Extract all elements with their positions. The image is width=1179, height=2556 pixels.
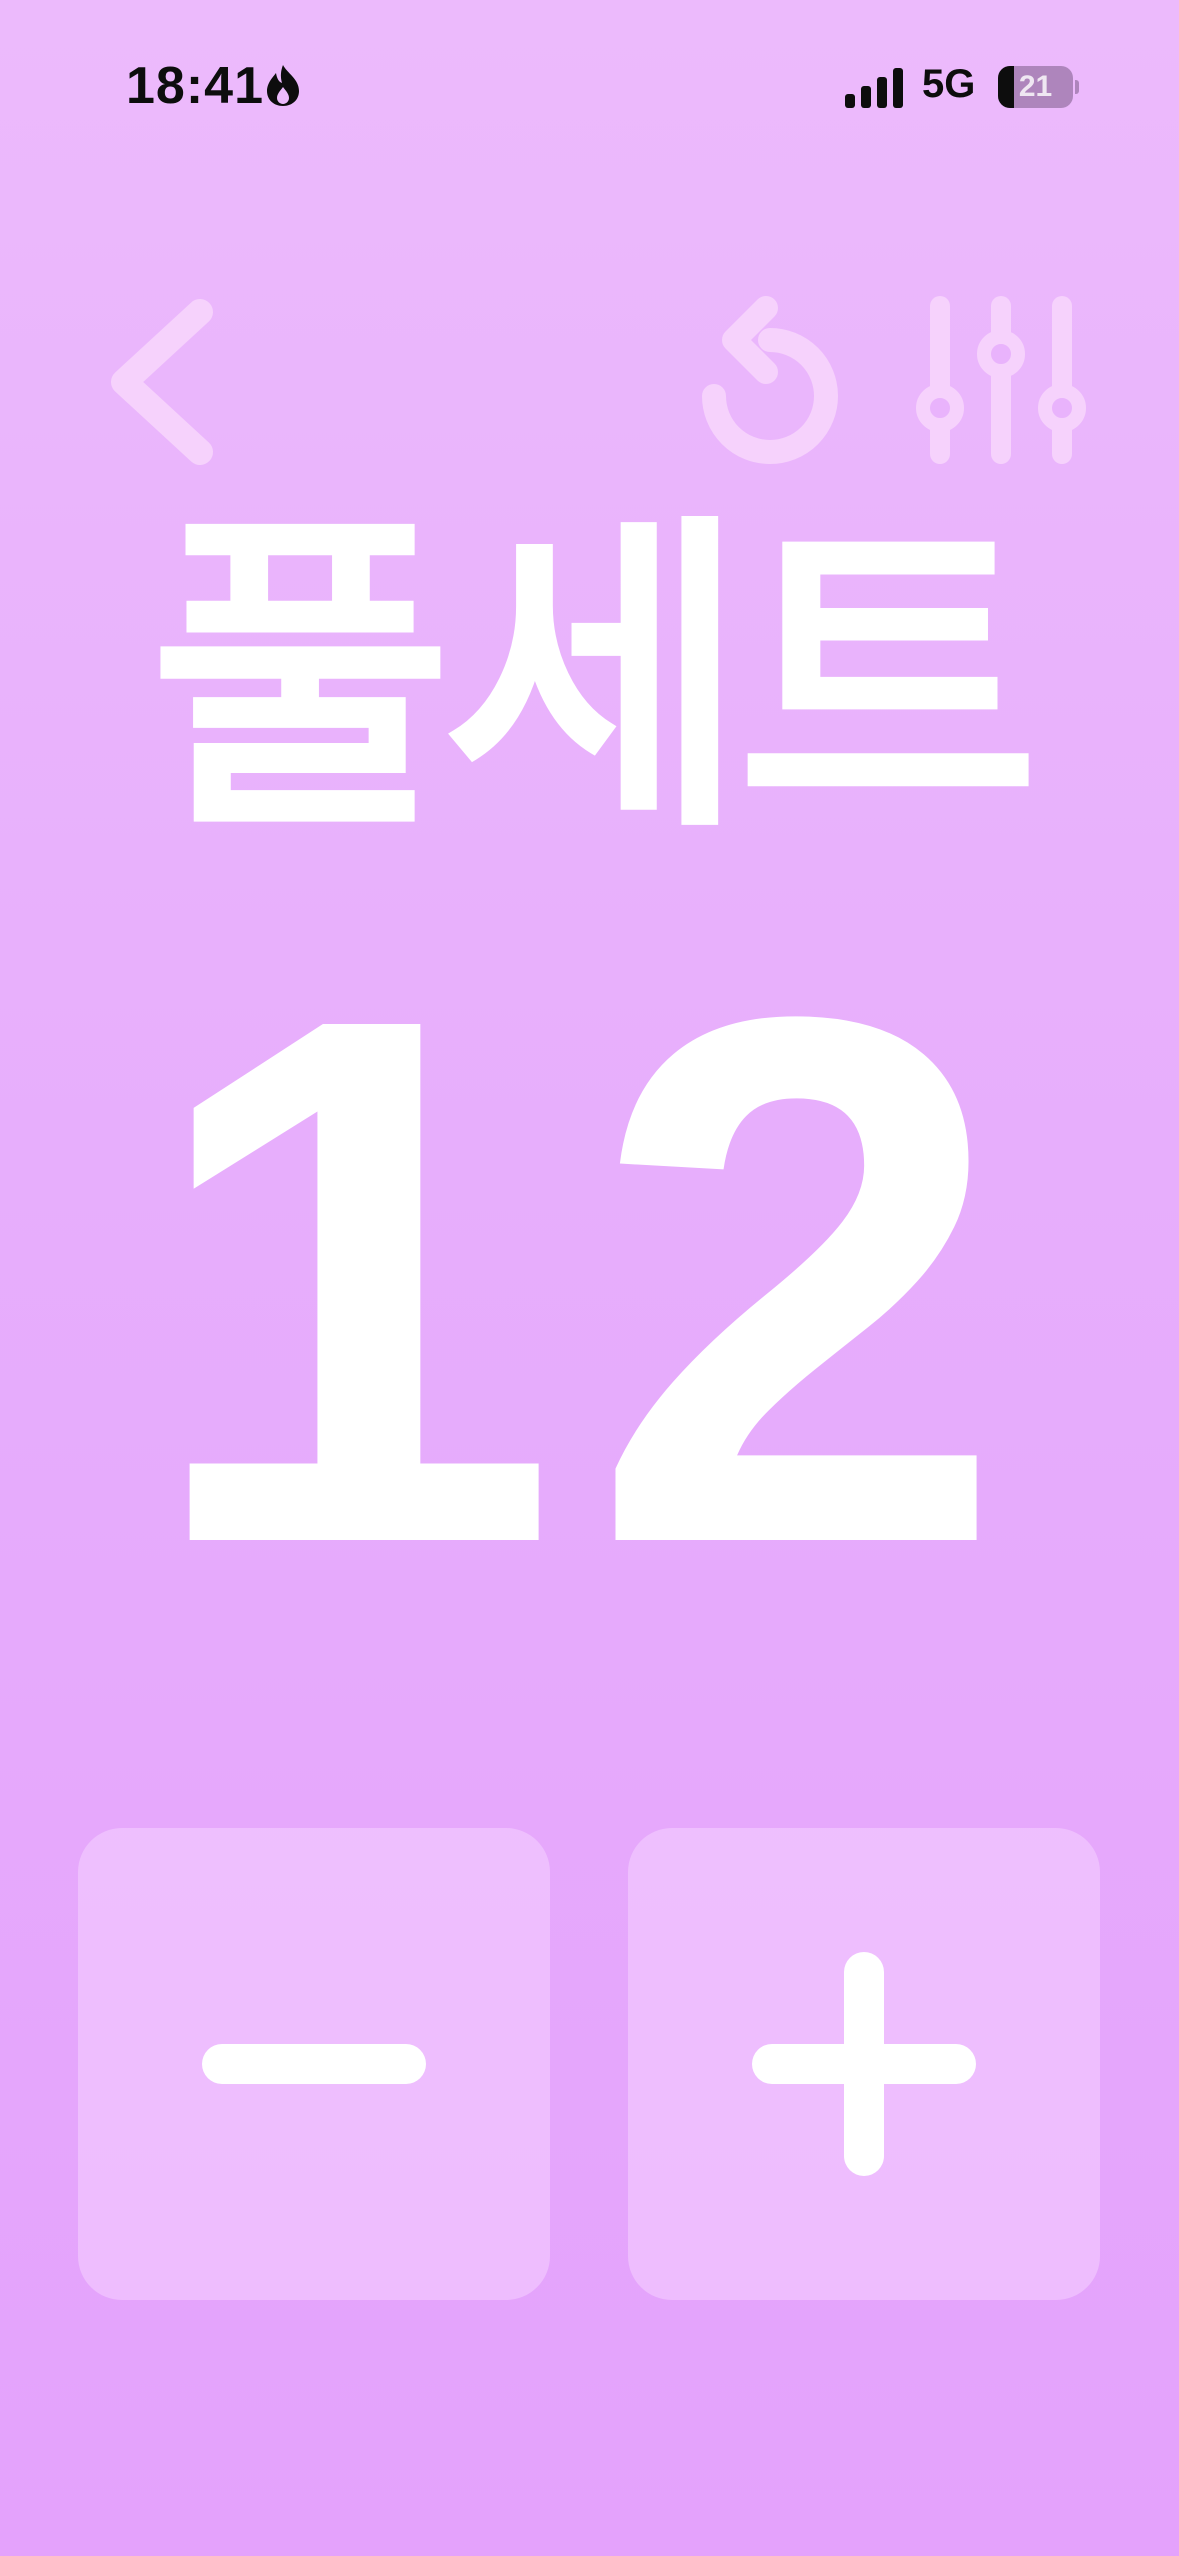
chevron-left-icon [111, 299, 213, 465]
minus-icon [202, 2044, 426, 2084]
battery-percentage: 21 [1018, 70, 1053, 103]
reset-icon [702, 296, 838, 464]
status-time: 18:41 [126, 57, 264, 115]
cellular-signal-icon [845, 68, 903, 108]
sliders-icon [916, 296, 1086, 464]
flame-icon [267, 65, 299, 106]
decrement-button[interactable] [78, 1828, 550, 2300]
back-button[interactable] [100, 290, 230, 480]
counter-value: 12 [142, 861, 1037, 1699]
increment-button[interactable] [628, 1828, 1100, 2300]
network-type-label: 5G [922, 62, 976, 106]
settings-button[interactable] [905, 290, 1095, 480]
page-title: 풀세트 [149, 488, 1040, 872]
status-bar: 18:41 5G 21 [0, 0, 1179, 175]
reset-button[interactable] [690, 290, 850, 480]
plus-icon [752, 1952, 976, 2176]
battery-icon: 21 [998, 66, 1079, 108]
